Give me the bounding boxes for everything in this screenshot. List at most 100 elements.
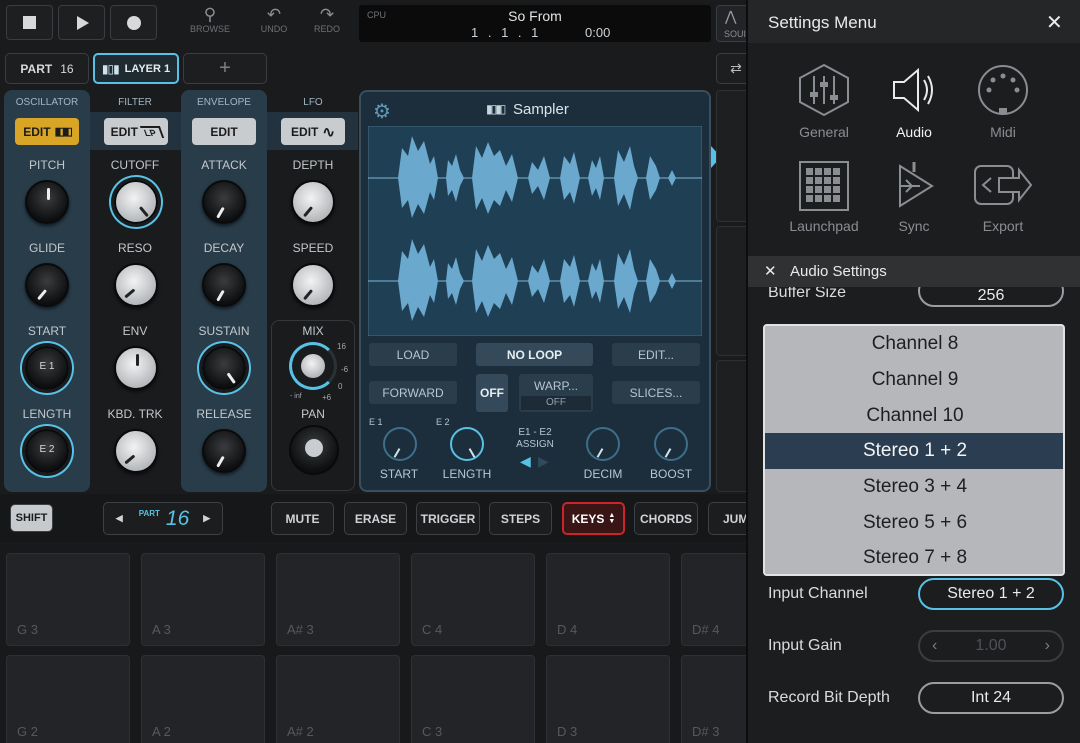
close-audio-settings-icon[interactable]: ✕ [764,262,777,280]
decim-knob[interactable] [586,427,620,461]
glide-knob[interactable] [25,263,69,307]
export-tab[interactable]: Export [960,158,1046,238]
off-button[interactable]: OFF [476,374,508,412]
load-button[interactable]: LOAD [369,343,457,366]
env-label: ENV [122,324,148,338]
record-bit-depth-select[interactable]: Int 24 [918,682,1064,714]
assign-left-icon[interactable]: ◀ [520,453,531,470]
part-stepper[interactable]: ◀ PART 16 ▶ [103,502,223,535]
attack-knob[interactable] [202,180,246,224]
pad-d3[interactable]: D 3 [546,655,670,743]
reso-knob[interactable] [114,263,158,307]
part-prev-icon[interactable]: ◀ [116,513,123,524]
song-display[interactable]: CPU So From 1 . 1 . 1 0:00 [359,5,711,42]
pad-note: A# 2 [287,724,314,739]
dropdown-option-channel-9[interactable]: Channel 9 [765,362,1063,398]
pad-g2[interactable]: G 2 [6,655,130,743]
dropdown-option-stereo-1-2[interactable]: Stereo 1 + 2 [765,433,1063,469]
start-knob[interactable]: E 1 [25,346,69,390]
pad-as3[interactable]: A# 3 [276,553,400,646]
length-knob[interactable]: E 2 [25,429,69,473]
lfo-header: LFO [303,97,323,108]
gear-icon[interactable]: ⚙ [373,99,391,124]
general-tab[interactable]: General [781,62,867,142]
trigger-button[interactable]: TRIGGER [416,502,480,535]
speaker-icon [893,67,933,113]
plus-icon: + [219,57,231,79]
assign-title: E1 - E2 [518,427,552,438]
shift-button[interactable]: SHIFT [10,504,53,532]
dropdown-option-channel-10[interactable]: Channel 10 [765,398,1063,434]
pad-note: C 4 [422,622,443,637]
pad-ds4[interactable]: D# 4 [681,553,756,646]
input-channel-dropdown[interactable]: Channel 8 Channel 9 Channel 10 Stereo 1 … [763,324,1065,576]
hexagon-sliders-icon [799,63,849,117]
redo-button[interactable]: ↷ REDO [299,6,355,35]
pad-a2[interactable]: A 2 [141,655,265,743]
keys-button[interactable]: KEYS ▲ ▼ [562,502,625,535]
assign-right-icon[interactable]: ▶ [538,453,549,470]
chords-button[interactable]: CHORDS [634,502,698,535]
sample-edit-button[interactable]: EDIT... [612,343,700,366]
sampler-start-knob[interactable] [383,427,417,461]
dropdown-option-channel-8[interactable]: Channel 8 [765,326,1063,362]
lfo-edit-button[interactable]: EDIT ∿ [281,118,345,145]
pan-knob[interactable] [289,425,339,475]
record-button[interactable] [110,5,157,40]
browse-button[interactable]: ⚲ BROWSE [182,5,238,35]
song-position: 1 . 1 . 1 [471,25,542,40]
pitch-knob[interactable] [25,180,69,224]
undo-button[interactable]: ↶ UNDO [246,6,302,35]
filter-edit-button[interactable]: EDIT LP [104,118,168,145]
sustain-knob[interactable] [202,346,246,390]
part-next-icon[interactable]: ▶ [203,513,210,524]
midi-tab[interactable]: Midi [960,62,1046,142]
decay-knob[interactable] [202,263,246,307]
add-layer-button[interactable]: + [183,53,267,84]
env-knob[interactable] [114,346,158,390]
mute-button[interactable]: MUTE [271,502,334,535]
sampler-length-label: LENGTH [442,467,492,481]
pad-ds3[interactable]: D# 3 [681,655,756,743]
release-knob[interactable] [202,429,246,473]
depth-knob[interactable] [291,180,335,224]
pad-g3[interactable]: G 3 [6,553,130,646]
part-selector[interactable]: PART 16 [5,53,89,84]
kbd-trk-knob[interactable] [114,429,158,473]
no-loop-button[interactable]: NO LOOP [476,343,593,366]
waveform-display[interactable] [368,126,702,336]
stop-button[interactable] [6,5,53,40]
buffer-size-select[interactable]: 256 [918,287,1064,307]
dropdown-option-stereo-5-6[interactable]: Stereo 5 + 6 [765,505,1063,541]
pad-c3[interactable]: C 3 [411,655,535,743]
slices-button[interactable]: SLICES... [612,381,700,404]
erase-button[interactable]: ERASE [344,502,407,535]
play-button[interactable] [58,5,105,40]
launchpad-tab[interactable]: Launchpad [781,158,867,238]
input-gain-stepper[interactable]: ‹ 1.00 › [918,630,1064,662]
gain-increase-icon[interactable]: › [1045,637,1050,655]
search-icon: ⚲ [203,5,217,24]
warp-button[interactable]: WARP... OFF [519,374,593,412]
envelope-edit-button[interactable]: EDIT [192,118,256,145]
speed-knob[interactable] [291,263,335,307]
pad-a3[interactable]: A 3 [141,553,265,646]
boost-knob[interactable] [654,427,688,461]
oscillator-edit-button[interactable]: EDIT ▮▯▮▯ [15,118,79,145]
cutoff-knob[interactable] [114,180,158,224]
gain-decrease-icon[interactable]: ‹ [932,637,937,655]
sync-tab[interactable]: Sync [871,158,957,238]
mix-knob[interactable] [289,342,337,390]
forward-button[interactable]: FORWARD [369,381,457,404]
steps-button[interactable]: STEPS [489,502,552,535]
dropdown-option-stereo-3-4[interactable]: Stereo 3 + 4 [765,469,1063,505]
pad-as2[interactable]: A# 2 [276,655,400,743]
input-channel-select[interactable]: Stereo 1 + 2 [918,578,1064,610]
audio-tab[interactable]: Audio [871,62,957,142]
dropdown-option-stereo-7-8[interactable]: Stereo 7 + 8 [765,540,1063,574]
close-icon[interactable]: ✕ [1046,10,1063,35]
pad-d4[interactable]: D 4 [546,553,670,646]
pad-c4[interactable]: C 4 [411,553,535,646]
layer-1-tab[interactable]: ▮▯▮ LAYER 1 [93,53,179,84]
sampler-length-knob[interactable] [450,427,484,461]
